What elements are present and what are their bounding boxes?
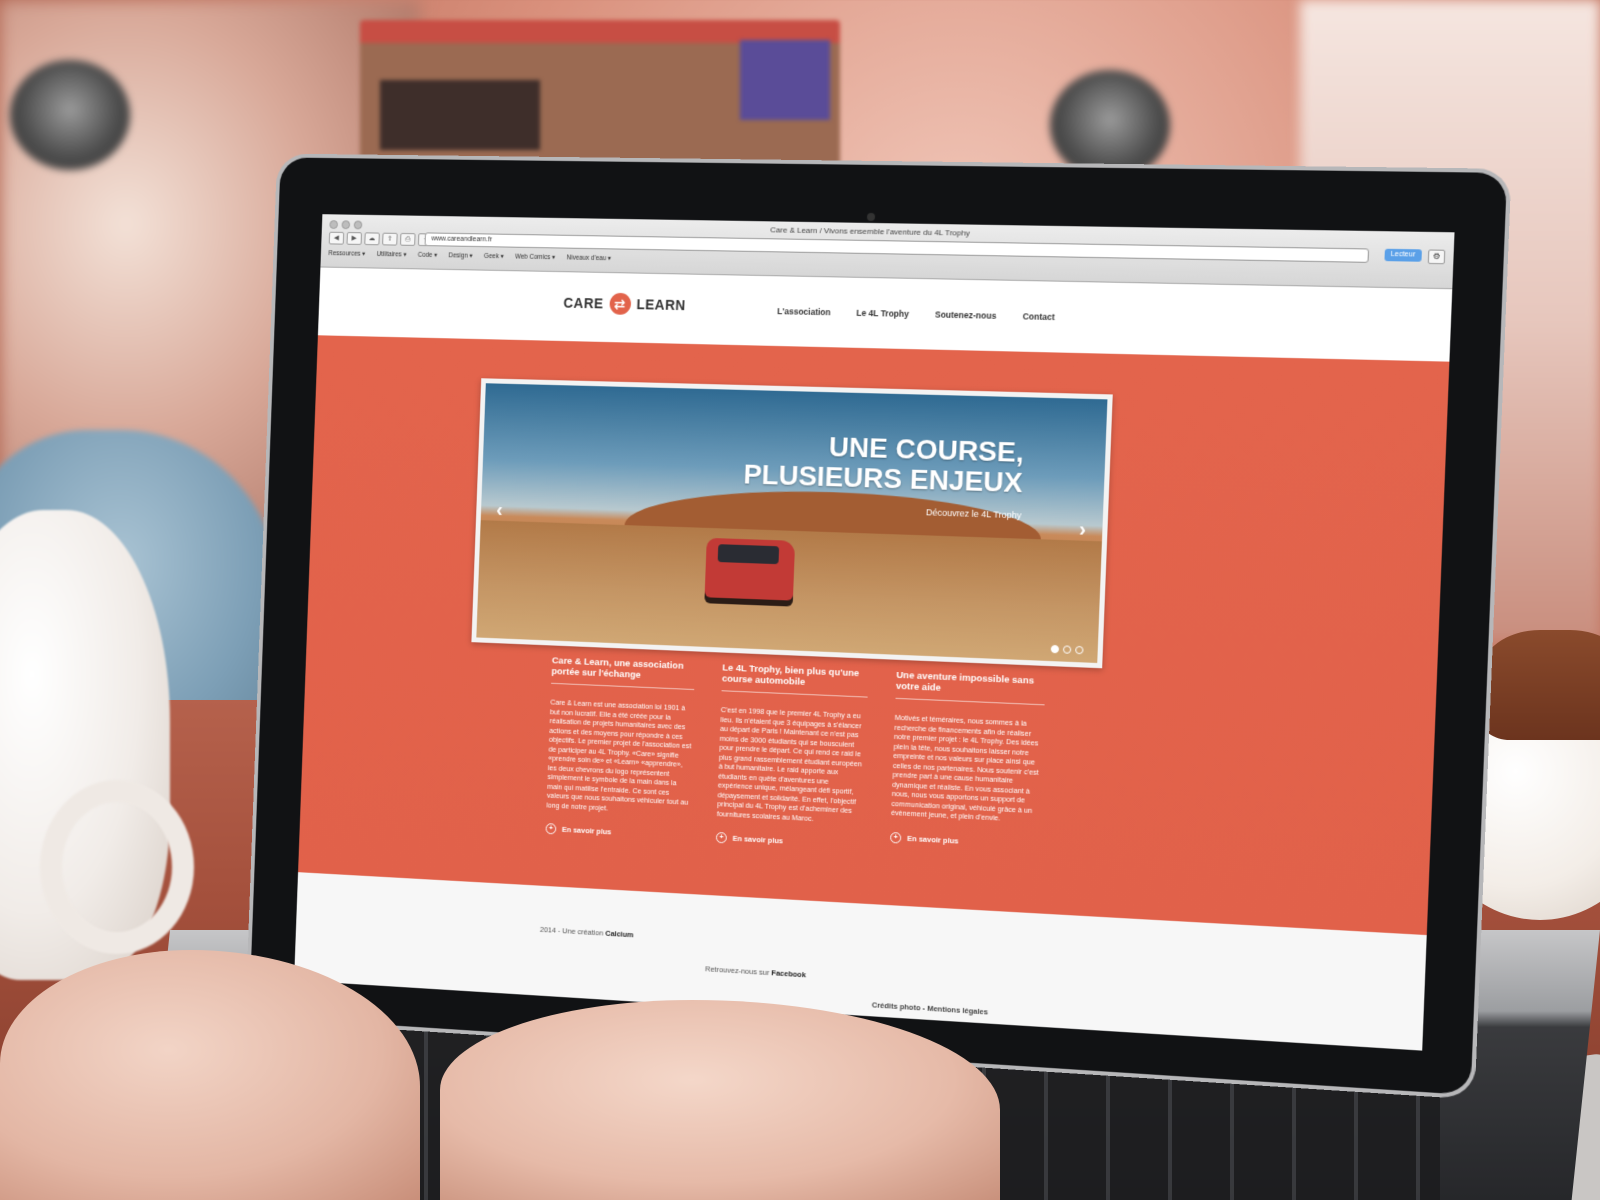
nav-item-association[interactable]: L'association [777, 306, 831, 317]
image-slider[interactable]: UNE COURSE, PLUSIEURS ENJEUX Découvrez l… [471, 378, 1113, 669]
icloud-icon[interactable]: ☁ [364, 232, 380, 246]
column-text: C'est en 1998 que le premier 4L Trophy a… [716, 705, 862, 823]
browser-window: Care & Learn / Vivons ensemble l'aventur… [294, 214, 1455, 1051]
column-4l-trophy: Le 4L Trophy, bien plus qu'une course au… [715, 662, 869, 851]
slider-dot-active[interactable] [1050, 644, 1060, 654]
nav-item-support[interactable]: Soutenez-nous [935, 309, 997, 320]
column-support: Une aventure impossible sans votre aide … [889, 669, 1046, 860]
box-label [380, 80, 540, 150]
bookmark-item[interactable]: Ressources ▾ [328, 249, 365, 257]
column-title: Care & Learn, une association portée sur… [551, 655, 696, 691]
column-text: Motivés et téméraires, nous sommes à la … [890, 712, 1039, 823]
pendant-lamp-left [10, 60, 130, 170]
browser-nav-buttons: ◀ ▶ ☁ ⇧ ⎙ + [328, 231, 434, 247]
chocolate-cake [1480, 630, 1600, 740]
read-more-label: En savoir plus [907, 833, 959, 846]
slider-dot[interactable] [1062, 645, 1072, 654]
legal-links[interactable]: Crédits photo - Mentions légales [872, 1000, 988, 1016]
box-purple-label [740, 40, 830, 120]
cup-handle [40, 780, 194, 954]
reader-button[interactable]: Lecteur [1384, 248, 1422, 262]
hero-section: UNE COURSE, PLUSIEURS ENJEUX Découvrez l… [298, 335, 1450, 936]
chevron-left-icon[interactable]: ‹ [496, 499, 503, 522]
footer-social: Retrouvez-nous sur Facebook [705, 964, 806, 979]
read-more-label: En savoir plus [732, 833, 784, 846]
column-title: Le 4L Trophy, bien plus qu'une course au… [721, 662, 869, 698]
info-columns: Care & Learn, une association portée sur… [545, 655, 1046, 860]
column-text: Care & Learn est une association loi 190… [546, 697, 692, 813]
slider-pagination [1050, 644, 1084, 655]
column-title: Une aventure impossible sans votre aide [895, 669, 1046, 706]
camera-icon [866, 212, 876, 222]
slider-dot[interactable] [1075, 645, 1084, 655]
settings-gear-icon[interactable]: ⚙ [1427, 249, 1446, 265]
plus-circle-icon: + [545, 823, 557, 835]
laptop-display: Care & Learn / Vivons ensemble l'aventur… [249, 157, 1508, 1096]
nav-item-contact[interactable]: Contact [1022, 311, 1055, 322]
red-4l-car [704, 537, 796, 601]
footer-agency-link[interactable]: Calcium [605, 929, 634, 940]
facebook-link[interactable]: Facebook [771, 968, 806, 979]
read-more-link[interactable]: + En savoir plus [715, 831, 862, 851]
bookmark-item[interactable]: Web Comics ▾ [515, 253, 555, 262]
chevron-right-icon[interactable]: › [1079, 518, 1087, 542]
nav-item-4l-trophy[interactable]: Le 4L Trophy [856, 308, 909, 319]
print-icon[interactable]: ⎙ [400, 232, 416, 246]
handshake-logo-icon: ⇄ [608, 292, 632, 315]
read-more-link[interactable]: + En savoir plus [889, 831, 1039, 850]
car-windshield [717, 544, 780, 565]
share-icon[interactable]: ⇧ [382, 232, 398, 246]
plus-circle-icon: + [715, 831, 727, 844]
back-arrow-icon[interactable]: ◀ [328, 231, 345, 245]
site-logo[interactable]: CARE ⇄ LEARN [563, 292, 686, 316]
forward-arrow-icon[interactable]: ▶ [346, 232, 362, 245]
column-association: Care & Learn, une association portée sur… [545, 655, 696, 841]
read-more-link[interactable]: + En savoir plus [545, 823, 688, 841]
footer-credit: 2014 - Une création Calcium [540, 925, 634, 939]
main-nav: L'association Le 4L Trophy Soutenez-nous… [777, 306, 1055, 322]
bookmark-item[interactable]: Design ▾ [448, 251, 472, 259]
logo-word-care: CARE [563, 294, 604, 312]
slide-headline: UNE COURSE, PLUSIEURS ENJEUX [743, 430, 1025, 498]
plus-circle-icon: + [889, 831, 902, 844]
logo-word-learn: LEARN [636, 296, 687, 314]
pendant-lamp-right [1050, 70, 1170, 180]
footer-social-prefix: Retrouvez-nous sur [704, 964, 770, 978]
bookmarks-bar: Ressources ▾ Utilitaires ▾ Code ▾ Design… [328, 249, 611, 262]
read-more-label: En savoir plus [561, 824, 612, 837]
bookmark-item[interactable]: Code ▾ [418, 251, 438, 259]
bookmark-item[interactable]: Niveaux d'eau ▾ [566, 254, 611, 263]
footer-credit-prefix: 2014 - Une création [539, 924, 604, 938]
bookmark-item[interactable]: Utilitaires ▾ [376, 250, 406, 258]
bookmark-item[interactable]: Geek ▾ [484, 252, 504, 260]
